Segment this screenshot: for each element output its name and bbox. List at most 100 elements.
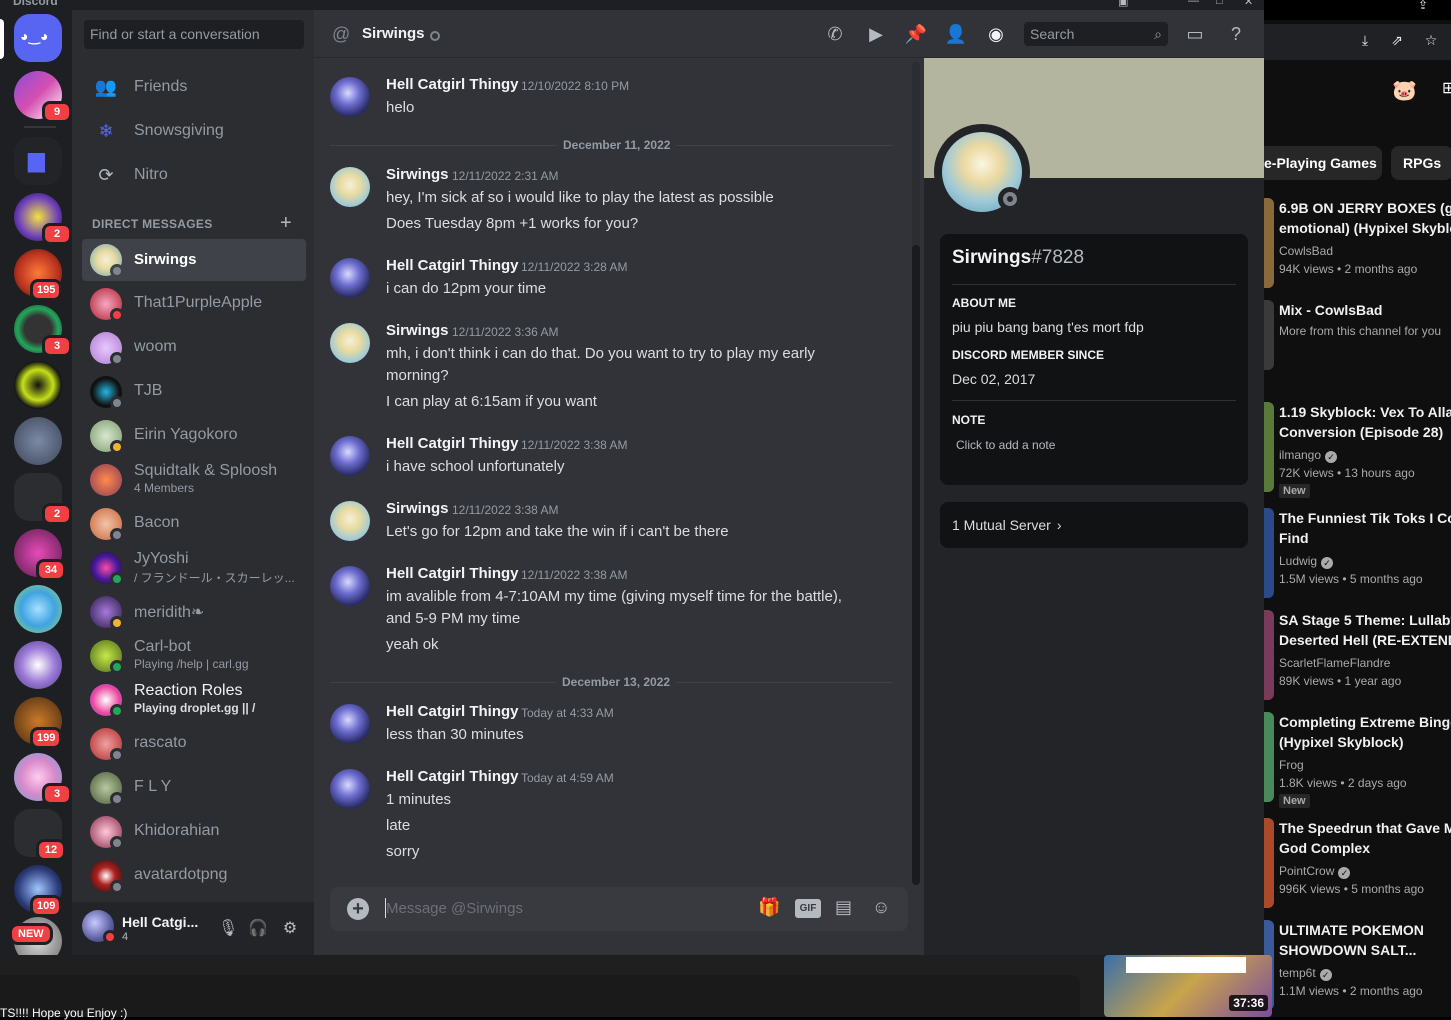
dm-item[interactable]: F L Y xyxy=(82,767,306,809)
message-author[interactable]: Hell Catgirl Thingy xyxy=(386,768,519,785)
video-item[interactable]: The Speedrun that Gave Me aGod Complex Po… xyxy=(1264,818,1451,914)
add-friends-to-dm-icon[interactable]: 👤 xyxy=(944,24,968,46)
install-icon[interactable]: ⤓ xyxy=(1356,32,1374,50)
user-profile-toggle-icon[interactable]: ◉ xyxy=(984,24,1008,46)
avatar[interactable] xyxy=(330,501,370,541)
nav-snowsgiving[interactable]: ❄ Snowsgiving xyxy=(82,111,306,153)
server-icon[interactable] xyxy=(14,641,62,689)
nav-friends[interactable]: 👥 Friends xyxy=(82,67,306,109)
video-channel[interactable]: CowlsBad xyxy=(1279,244,1333,258)
voice-call-icon[interactable]: ✆ xyxy=(823,24,847,46)
upload-plus-icon[interactable]: + xyxy=(347,898,369,920)
gift-icon[interactable]: 🎁 xyxy=(758,897,780,921)
dm-item[interactable]: That1PurpleApple xyxy=(82,283,306,325)
video-channel[interactable]: More from this channel for you xyxy=(1279,324,1441,338)
message-author[interactable]: Hell Catgirl Thingy xyxy=(386,435,519,452)
video-item[interactable]: ULTIMATE POKEMON SHOWDOWN SALT... temp6t ✓ 1… xyxy=(1264,920,1451,1016)
chat-title[interactable]: Sirwings xyxy=(362,25,425,42)
avatar[interactable] xyxy=(330,77,370,117)
gif-button[interactable]: GIF xyxy=(795,899,821,918)
message-author[interactable]: Sirwings xyxy=(386,166,449,183)
dm-item[interactable]: Squidtalk & Sploosh 4 Members xyxy=(82,459,306,501)
video-channel[interactable]: ilmango ✓ xyxy=(1279,448,1338,463)
video-title[interactable]: The Funniest Tik Toks I Could xyxy=(1279,508,1451,528)
video-title-line2[interactable]: God Complex xyxy=(1279,838,1451,858)
bookmark-star-icon[interactable]: ☆ xyxy=(1422,32,1440,50)
video-title-line2[interactable]: Find xyxy=(1279,528,1451,548)
chip-rpgs[interactable]: RPGs xyxy=(1391,146,1451,180)
microphone-icon[interactable]: 🎙 xyxy=(218,918,238,938)
video-thumbnail[interactable] xyxy=(1264,712,1274,802)
video-thumbnail[interactable] xyxy=(1264,402,1274,492)
dm-item[interactable]: Khidorahian xyxy=(82,811,306,853)
user-panel-name[interactable]: Hell Catgi... xyxy=(122,914,198,930)
search-input[interactable]: Search ⌕ xyxy=(1024,22,1168,46)
video-title[interactable]: 6.9B ON JERRY BOXES (gone xyxy=(1279,198,1451,218)
scrollbar-thumb[interactable] xyxy=(912,245,920,885)
inbox-icon[interactable]: ▭ xyxy=(1183,24,1207,46)
inbox-icon[interactable]: ▣ xyxy=(1118,0,1128,8)
video-title-line2[interactable]: Deserted Hell (RE-EXTENDED) xyxy=(1279,630,1451,650)
dm-item[interactable]: TJB xyxy=(82,371,306,413)
note-input[interactable]: Click to add a note xyxy=(956,438,1055,452)
video-thumbnail[interactable]: 37:36 xyxy=(1104,955,1272,1017)
message-author[interactable]: Hell Catgirl Thingy xyxy=(386,76,519,93)
sticker-icon[interactable]: ▤ xyxy=(835,897,852,921)
chip-playing-games[interactable]: e-Playing Games xyxy=(1264,146,1382,180)
video-title[interactable]: The Speedrun that Gave Me a xyxy=(1279,818,1451,838)
share-icon[interactable]: ⇪ xyxy=(1418,0,1428,12)
avatar[interactable] xyxy=(330,566,370,606)
dm-item[interactable]: Eirin Yagokoro xyxy=(82,415,306,457)
dm-item[interactable]: woom xyxy=(82,327,306,369)
video-thumbnail[interactable] xyxy=(1264,818,1274,908)
video-channel[interactable]: temp6t ✓ xyxy=(1279,966,1332,981)
video-thumbnail[interactable] xyxy=(1264,610,1274,700)
message-author[interactable]: Hell Catgirl Thingy xyxy=(386,565,519,582)
mutual-servers-button[interactable]: 1 Mutual Server › xyxy=(940,502,1248,548)
server-icon[interactable] xyxy=(14,417,62,465)
video-title-line2[interactable]: emotional) (Hypixel Skyblock xyxy=(1279,218,1451,238)
create-icon[interactable]: ⊞ xyxy=(1442,78,1451,98)
dm-item[interactable]: JyYoshi / フランドール・スカーレッ... xyxy=(82,547,306,589)
video-item[interactable]: Mix - CowlsBad More from this channel for… xyxy=(1264,300,1451,396)
server-icon[interactable] xyxy=(14,585,62,633)
avatar[interactable] xyxy=(330,436,370,476)
dm-item[interactable]: Bacon xyxy=(82,503,306,545)
video-title-line2[interactable]: (Hypixel Skyblock) xyxy=(1279,732,1451,752)
find-conversation-button[interactable]: Find or start a conversation xyxy=(84,20,304,49)
video-title[interactable]: SA Stage 5 Theme: Lullaby of xyxy=(1279,610,1451,630)
video-thumbnail[interactable] xyxy=(1264,198,1274,288)
message-author[interactable]: Sirwings xyxy=(386,500,449,517)
video-call-icon[interactable]: ▶ xyxy=(864,24,888,46)
video-channel[interactable]: PointCrow ✓ xyxy=(1279,864,1351,879)
video-thumbnail[interactable] xyxy=(1264,300,1274,370)
video-item[interactable]: The Funniest Tik Toks I CouldFind Ludwig✓… xyxy=(1264,508,1451,604)
dm-item[interactable]: Sirwings xyxy=(82,239,306,281)
avatar[interactable] xyxy=(330,167,370,207)
pinned-messages-icon[interactable]: 📌 xyxy=(904,24,928,46)
home-button[interactable]: ◕‿◕ xyxy=(14,14,62,62)
dm-item[interactable]: rascato xyxy=(82,723,306,765)
emoji-icon[interactable]: ☺ xyxy=(872,897,890,921)
avatar[interactable] xyxy=(330,769,370,809)
nav-nitro[interactable]: ⟳ Nitro xyxy=(82,155,306,197)
share-icon[interactable]: ⇗ xyxy=(1388,32,1406,50)
video-item[interactable]: SA Stage 5 Theme: Lullaby ofDeserted Hel… xyxy=(1264,610,1451,706)
video-channel[interactable]: Ludwig ✓ xyxy=(1279,554,1334,569)
video-item[interactable]: 6.9B ON JERRY BOXES (goneemotional) (Hyp… xyxy=(1264,198,1451,294)
settings-gear-icon[interactable]: ⚙ xyxy=(280,918,300,938)
video-title-line2[interactable]: Conversion (Episode 28) xyxy=(1279,422,1451,442)
minimize-icon[interactable]: — xyxy=(1188,0,1199,7)
video-item[interactable]: Completing Extreme Bingo (Hypixel Skybloc… xyxy=(1264,712,1451,808)
video-item[interactable]: 1.19 Skyblock: Vex To Allay Conversion (E… xyxy=(1264,402,1451,498)
server-folder[interactable]: ▆ xyxy=(14,137,62,185)
video-title[interactable]: Completing Extreme Bingo xyxy=(1279,712,1451,732)
headphones-icon[interactable]: 🎧 xyxy=(248,918,268,938)
maximize-icon[interactable]: □ xyxy=(1216,0,1223,7)
message-author[interactable]: Hell Catgirl Thingy xyxy=(386,703,519,720)
extension-icon[interactable]: 🐷 xyxy=(1392,78,1417,103)
create-dm-plus-icon[interactable]: + xyxy=(280,212,292,235)
avatar[interactable] xyxy=(330,258,370,298)
message-author[interactable]: Sirwings xyxy=(386,322,449,339)
video-title-line2[interactable]: SHOWDOWN SALT... xyxy=(1279,940,1451,960)
